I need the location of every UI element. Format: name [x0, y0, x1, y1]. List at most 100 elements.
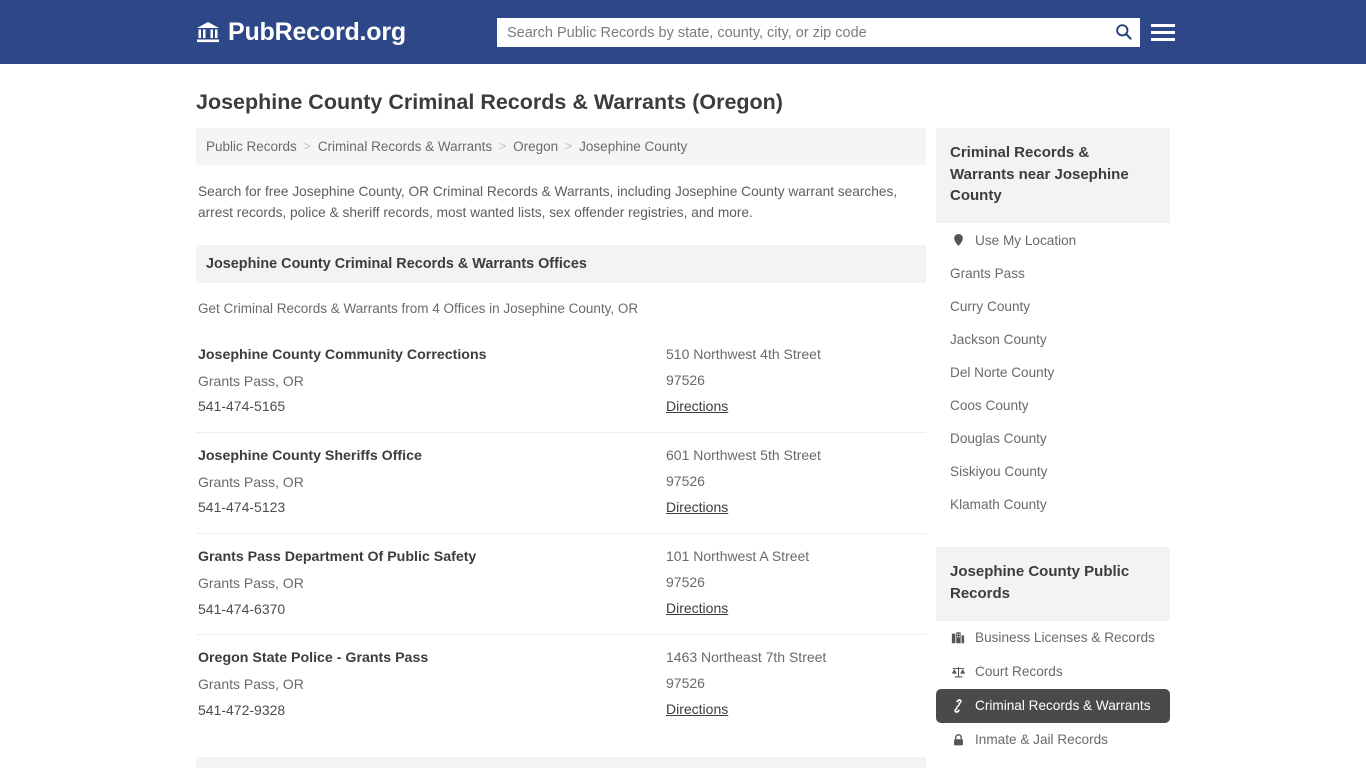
directions-link[interactable]: Directions [666, 596, 728, 622]
sidebar-item-del-norte-county[interactable]: Del Norte County [936, 356, 1170, 389]
sidebar-item-label: Grants Pass [950, 266, 1025, 282]
office-left-column: Oregon State Police - Grants Pass Grants… [198, 645, 666, 723]
sidebar-item-label: Criminal Records & Warrants [975, 698, 1151, 714]
databases-section-heading: Josephine County Criminal Records & Warr… [196, 757, 926, 768]
office-name: Oregon State Police - Grants Pass [198, 650, 429, 667]
breadcrumb-separator: > [565, 139, 573, 154]
search-input[interactable] [497, 18, 1106, 47]
map-pin-icon [950, 232, 966, 248]
office-left-column: Josephine County Sheriffs Office Grants … [198, 443, 666, 521]
content-columns: Public Records > Criminal Records & Warr… [196, 127, 1170, 768]
sidebar-item-label: Coos County [950, 398, 1029, 414]
offices-section-subtext: Get Criminal Records & Warrants from 4 O… [198, 301, 639, 317]
page-title: Josephine County Criminal Records & Warr… [196, 90, 783, 114]
offices-section-heading: Josephine County Criminal Records & Warr… [196, 245, 926, 284]
breadcrumb: Public Records > Criminal Records & Warr… [196, 127, 926, 165]
office-left-column: Josephine County Community Corrections G… [198, 342, 666, 420]
site-header: PubRecord.org [0, 0, 1366, 64]
office-street: 510 Northwest 4th Street [666, 346, 821, 363]
business-building-icon [950, 630, 966, 646]
office-left-column: Grants Pass Department Of Public Safety … [198, 544, 666, 622]
sidebar-item-business-licenses[interactable]: Business Licenses & Records [936, 621, 1170, 655]
breadcrumb-item-oregon[interactable]: Oregon [513, 139, 558, 154]
directions-link[interactable]: Directions [666, 697, 728, 723]
sidebar-item-label: Business Licenses & Records [975, 630, 1155, 646]
office-row: Josephine County Community Corrections G… [196, 332, 926, 434]
office-street: 101 Northwest A Street [666, 548, 810, 565]
office-zip: 97526 [666, 675, 705, 692]
office-phone: 541-474-5123 [198, 499, 286, 516]
office-phone: 541-474-5165 [198, 398, 286, 415]
fingerprint-icon [950, 698, 966, 714]
lock-icon [950, 732, 966, 748]
sidebar-item-criminal-records[interactable]: Criminal Records & Warrants [936, 688, 1170, 723]
breadcrumb-separator: > [303, 139, 311, 154]
sidebar-item-label: Siskiyou County [950, 464, 1048, 480]
office-zip: 97526 [666, 574, 705, 591]
sidebar-item-label: Inmate & Jail Records [975, 732, 1108, 748]
office-row: Josephine County Sheriffs Office Grants … [196, 433, 926, 535]
sidebar-public-records-block: Josephine County Public Records Business… [936, 547, 1170, 757]
sidebar-item-siskiyou-county[interactable]: Siskiyou County [936, 455, 1170, 488]
site-logo-link[interactable]: PubRecord.org [196, 17, 406, 46]
sidebar-item-douglas-county[interactable]: Douglas County [936, 422, 1170, 455]
sidebar-nearby-list: Use My Location Grants Pass Curry County… [936, 223, 1170, 521]
sidebar-item-jackson-county[interactable]: Jackson County [936, 323, 1170, 356]
office-name: Josephine County Community Corrections [198, 347, 487, 364]
page-intro-text: Search for free Josephine County, OR Cri… [198, 183, 898, 221]
hamburger-menu-icon[interactable] [1151, 20, 1175, 44]
sidebar-item-label: Klamath County [950, 497, 1047, 513]
office-row: Oregon State Police - Grants Pass Grants… [196, 635, 926, 735]
sidebar-item-label: Court Records [975, 664, 1063, 680]
sidebar-item-label: Curry County [950, 299, 1031, 315]
page-container: Josephine County Criminal Records & Warr… [0, 90, 1366, 768]
office-city-state: Grants Pass, OR [198, 372, 304, 389]
search-button[interactable] [1106, 18, 1140, 47]
sidebar-nearby-heading: Criminal Records & Warrants near Josephi… [936, 127, 1170, 224]
office-phone: 541-474-6370 [198, 600, 286, 617]
breadcrumb-item-criminal-records[interactable]: Criminal Records & Warrants [318, 139, 492, 154]
bank-building-icon [196, 20, 220, 44]
office-street: 1463 Northeast 7th Street [666, 649, 827, 666]
office-city-state: Grants Pass, OR [198, 675, 304, 692]
office-right-column: 601 Northwest 5th Street 97526 Direction… [666, 443, 924, 521]
office-name: Josephine County Sheriffs Office [198, 448, 422, 465]
scales-of-justice-icon [950, 664, 966, 680]
directions-link[interactable]: Directions [666, 394, 728, 420]
sidebar-item-use-my-location[interactable]: Use My Location [936, 223, 1170, 257]
office-zip: 97526 [666, 473, 705, 490]
sidebar: Criminal Records & Warrants near Josephi… [936, 127, 1170, 757]
main-content: Public Records > Criminal Records & Warr… [196, 127, 926, 768]
sidebar-item-court-records[interactable]: Court Records [936, 655, 1170, 689]
breadcrumb-item-public-records[interactable]: Public Records [206, 139, 297, 154]
sidebar-item-grants-pass[interactable]: Grants Pass [936, 257, 1170, 290]
office-name: Grants Pass Department Of Public Safety [198, 549, 477, 566]
office-city-state: Grants Pass, OR [198, 574, 304, 591]
office-zip: 97526 [666, 372, 705, 389]
sidebar-item-label: Del Norte County [950, 365, 1055, 381]
office-street: 601 Northwest 5th Street [666, 447, 821, 464]
sidebar-item-inmate-jail-records[interactable]: Inmate & Jail Records [936, 723, 1170, 757]
office-phone: 541-472-9328 [198, 701, 286, 718]
search-bar [497, 18, 1140, 47]
sidebar-item-coos-county[interactable]: Coos County [936, 389, 1170, 422]
office-right-column: 510 Northwest 4th Street 97526 Direction… [666, 342, 924, 420]
hamburger-bar [1151, 30, 1175, 34]
directions-link[interactable]: Directions [666, 495, 728, 521]
office-right-column: 1463 Northeast 7th Street 97526 Directio… [666, 645, 924, 723]
sidebar-item-label: Douglas County [950, 431, 1047, 447]
offices-list: Josephine County Community Corrections G… [196, 332, 926, 735]
breadcrumb-item-josephine-county[interactable]: Josephine County [579, 139, 687, 154]
hamburger-bar [1151, 37, 1175, 41]
office-city-state: Grants Pass, OR [198, 473, 304, 490]
sidebar-item-curry-county[interactable]: Curry County [936, 290, 1170, 323]
hamburger-bar [1151, 23, 1175, 27]
office-row: Grants Pass Department Of Public Safety … [196, 534, 926, 636]
site-title: PubRecord.org [228, 17, 406, 46]
sidebar-item-label: Use My Location [975, 232, 1077, 248]
sidebar-public-records-list: Business Licenses & Records Court Record… [936, 621, 1170, 757]
breadcrumb-separator: > [499, 139, 507, 154]
sidebar-item-klamath-county[interactable]: Klamath County [936, 488, 1170, 521]
sidebar-item-label: Jackson County [950, 332, 1047, 348]
search-icon [1114, 22, 1133, 44]
